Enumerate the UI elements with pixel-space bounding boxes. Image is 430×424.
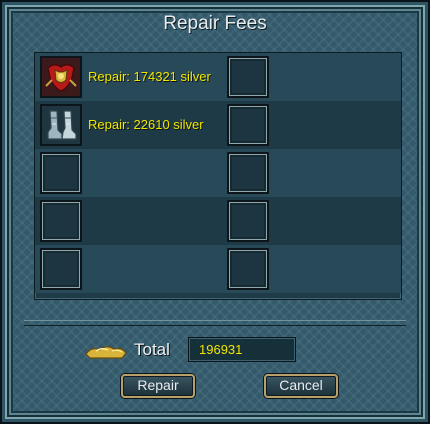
item-slot[interactable] [40,200,82,242]
item-slot[interactable] [40,56,82,98]
item-slot[interactable] [227,104,269,146]
window-title: Repair Fees [163,13,267,34]
total-label: Total [134,340,170,359]
boots-icon [42,106,80,144]
list-row [35,197,401,245]
cancel-button[interactable]: Cancel [264,374,338,398]
divider [24,320,406,326]
item-slot[interactable] [227,152,269,194]
armor-piece-icon [42,58,80,96]
total-value: 196931 [188,337,296,362]
item-repair-cost: Repair: 174321 silver [88,69,211,84]
list-row [35,149,401,197]
item-slot[interactable] [40,104,82,146]
repair-item-list: Repair: 174321 silver Repair: 22610 silv… [34,52,402,300]
item-slot[interactable] [227,248,269,290]
item-repair-cost: Repair: 22610 silver [88,117,204,132]
silver-ingot-icon [85,346,127,359]
repair-fees-window: Repair Fees Repair: 174321 silver Repair… [0,0,430,424]
list-row [35,245,401,293]
repair-button[interactable]: Repair [121,374,195,398]
item-slot[interactable] [227,200,269,242]
item-slot[interactable] [40,248,82,290]
item-slot[interactable] [40,152,82,194]
item-slot[interactable] [227,56,269,98]
